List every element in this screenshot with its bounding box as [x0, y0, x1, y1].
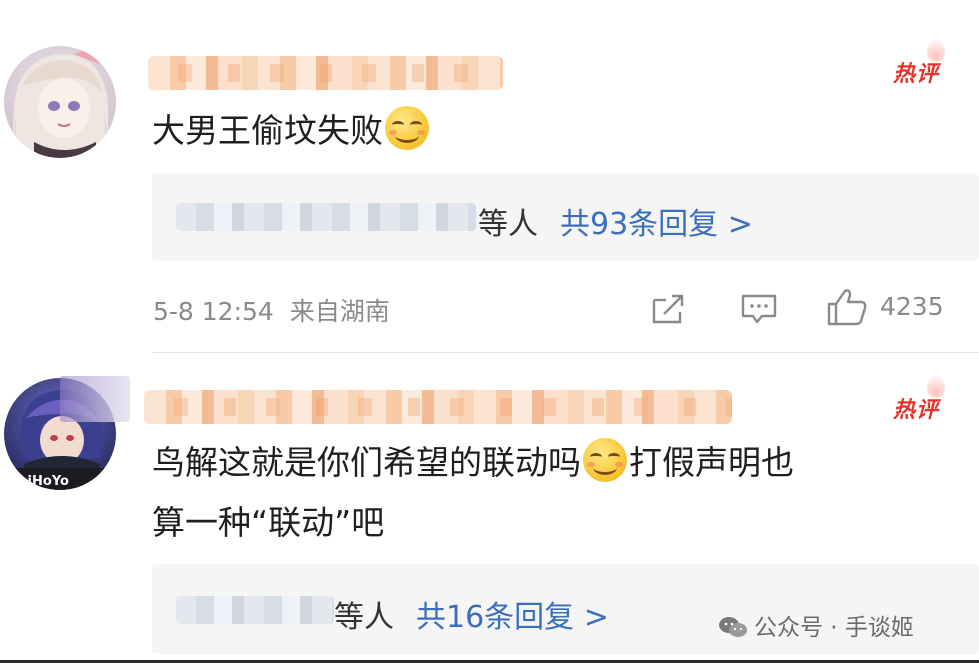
flame-icon	[927, 376, 946, 398]
comment-text: 大男王偷坟失败	[152, 106, 431, 156]
hot-comment-badge: 热评	[893, 376, 946, 424]
reply-summary[interactable]: 等人 共93条回复 >	[478, 199, 753, 243]
view-replies-link[interactable]: 共16条回复 >	[416, 600, 609, 635]
avatar[interactable]	[4, 46, 116, 158]
grin-emoji-icon	[583, 438, 627, 482]
replier-names-blurred	[176, 203, 476, 231]
username-blurred[interactable]	[144, 390, 732, 424]
replier-names-blurred	[176, 596, 334, 624]
reply-summary[interactable]: 等人 共16条回复 >	[334, 592, 609, 636]
reply-summary-suffix: 等人	[478, 207, 538, 242]
like-count: 4235	[880, 292, 944, 321]
comment-1: 热评 大男王偷坟失败 等人 共93条回复 > 5-8 12:54 来自湖南 4235	[0, 0, 979, 350]
hot-comment-badge: 热评	[893, 40, 946, 88]
divider	[152, 352, 979, 353]
smirk-emoji-icon	[385, 106, 429, 150]
comment-icon[interactable]	[740, 292, 778, 326]
comment-meta: 5-8 12:54 来自湖南	[153, 292, 390, 328]
reply-summary-box[interactable]: 等人 共93条回复 >	[152, 173, 979, 261]
wechat-icon	[718, 615, 748, 639]
thumbs-up-icon[interactable]	[826, 287, 868, 327]
comment-text-line-1: 鸟解这就是你们希望的联动吗 打假声明也	[152, 438, 794, 488]
svg-text:miHoYo: miHoYo	[14, 474, 69, 489]
watermark: 公众号 · 手谈姬	[718, 608, 914, 642]
share-icon[interactable]	[650, 292, 686, 326]
comment-location: 来自湖南	[289, 297, 390, 326]
flame-icon	[927, 40, 946, 62]
comment-text-line-2: 算一种“联动”吧	[152, 503, 385, 542]
username-blurred[interactable]	[148, 56, 503, 90]
reply-summary-suffix: 等人	[334, 600, 394, 635]
view-replies-link[interactable]: 共93条回复 >	[560, 207, 753, 242]
avatar-overlay-blur	[60, 376, 130, 422]
comment-time: 5-8 12:54	[153, 297, 274, 326]
